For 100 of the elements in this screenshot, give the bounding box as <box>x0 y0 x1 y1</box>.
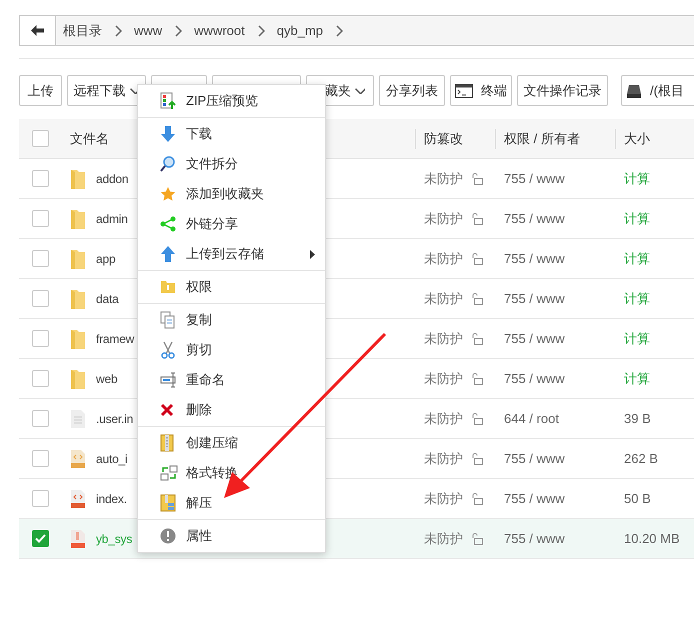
disk-icon <box>626 84 642 98</box>
permission-owner[interactable]: 755 / www <box>496 488 616 508</box>
column-header: 大小 <box>623 130 650 148</box>
unlock-icon <box>471 492 483 504</box>
protection-status: 未防护 <box>424 410 463 428</box>
caret-down-icon <box>130 88 140 94</box>
permission-owner[interactable]: 755 / www <box>496 528 616 548</box>
zip-icon <box>160 434 174 452</box>
close-icon <box>160 403 174 417</box>
protection-status: 未防护 <box>424 450 463 468</box>
caret-down-icon <box>355 88 365 94</box>
protection-status: 未防护 <box>424 330 463 348</box>
folder-icon <box>70 328 86 350</box>
column-header: 权限 / 所有者 <box>503 130 581 148</box>
rename-icon <box>160 372 178 388</box>
checkbox[interactable] <box>32 530 49 547</box>
chevron-right-icon <box>256 24 265 36</box>
star-icon <box>160 186 176 202</box>
menu-item[interactable]: 权限 <box>138 272 325 302</box>
arrow-left-icon <box>31 25 44 36</box>
unlock-icon <box>471 292 483 304</box>
toolbar-button[interactable]: 上传 <box>19 75 62 106</box>
column-header: 文件名 <box>70 130 109 148</box>
chevron-right-icon <box>174 24 182 36</box>
checkbox[interactable] <box>32 130 49 147</box>
unlock-icon <box>471 252 483 264</box>
document-icon <box>70 408 86 428</box>
breadcrumb-link[interactable]: wwwroot <box>194 20 245 40</box>
unlock-icon <box>471 332 483 344</box>
unlock-icon <box>471 372 483 384</box>
checkbox[interactable] <box>32 330 49 347</box>
unlock-icon <box>471 212 483 224</box>
back-button[interactable] <box>20 16 56 45</box>
unlock-icon <box>471 412 483 424</box>
zip-preview-icon <box>160 92 176 110</box>
protection-status: 未防护 <box>424 290 463 308</box>
file-size: 50 B <box>623 490 651 508</box>
permission-owner[interactable]: 755 / www <box>496 368 616 388</box>
protection-status: 未防护 <box>424 250 463 268</box>
copy-icon <box>160 311 176 329</box>
download-icon <box>160 125 176 143</box>
folder-icon <box>70 208 86 230</box>
permission-owner[interactable]: 755 / www <box>496 288 616 308</box>
disk-button[interactable]: /(根目 <box>621 75 694 106</box>
checkbox[interactable] <box>32 450 49 467</box>
checkbox[interactable] <box>32 210 49 227</box>
folder-icon <box>70 368 86 390</box>
menu-item[interactable]: 解压 <box>138 488 325 518</box>
json-file-icon <box>70 448 86 468</box>
menu-item[interactable]: 上传到云存储 <box>138 239 325 269</box>
terminal-icon <box>455 84 473 98</box>
checkbox[interactable] <box>32 490 49 507</box>
permission-owner[interactable]: 755 / www <box>496 448 616 468</box>
permission-owner[interactable]: 755 / www <box>496 168 616 188</box>
column-header: 防篡改 <box>423 130 464 148</box>
html-file-icon <box>70 488 86 508</box>
checkbox[interactable] <box>32 410 49 427</box>
protection-status: 未防护 <box>424 370 463 388</box>
key-folder-icon <box>160 280 176 294</box>
scissors-icon <box>160 341 176 359</box>
chevron-right-icon <box>335 24 343 36</box>
permission-owner[interactable]: 755 / www <box>496 328 616 348</box>
toolbar-button[interactable]: 文件操作记录 <box>517 75 608 106</box>
unlock-icon <box>471 532 483 544</box>
unzip-icon <box>160 494 176 512</box>
checkbox[interactable] <box>32 290 49 307</box>
breadcrumb-link[interactable]: www <box>134 20 162 40</box>
checkbox[interactable] <box>32 170 49 187</box>
file-size: 10.20 MB <box>623 530 680 548</box>
folder-icon <box>70 248 86 270</box>
unlock-icon <box>471 172 483 184</box>
menu-item[interactable]: 删除 <box>138 395 325 425</box>
breadcrumb-link[interactable]: qyb_mp <box>276 20 323 40</box>
unlock-icon <box>471 452 483 464</box>
menu-item[interactable]: 下载 <box>138 119 325 149</box>
protection-status: 未防护 <box>424 490 463 508</box>
terminal-button[interactable]: 终端 <box>450 75 512 106</box>
chevron-right-icon <box>114 24 122 36</box>
menu-item[interactable]: 属性 <box>138 521 325 551</box>
protection-status: 未防护 <box>424 530 463 548</box>
protection-status: 未防护 <box>424 210 463 228</box>
zip-file-icon <box>70 528 86 548</box>
upload-icon <box>160 245 176 263</box>
permission-owner[interactable]: 755 / www <box>496 208 616 228</box>
convert-icon <box>160 465 178 481</box>
check-icon <box>35 534 46 543</box>
folder-icon <box>70 288 86 310</box>
toolbar-button[interactable]: 分享列表 <box>379 75 445 106</box>
breadcrumb-link[interactable]: 根目录 <box>63 20 102 40</box>
share-icon <box>160 216 176 232</box>
file-size: 39 B <box>623 410 651 428</box>
menu-item[interactable]: 外链分享 <box>138 209 325 239</box>
checkbox[interactable] <box>32 370 49 387</box>
protection-status: 未防护 <box>424 170 463 188</box>
dropdown-button[interactable]: 远程下载 <box>67 75 146 106</box>
checkbox[interactable] <box>32 250 49 267</box>
file-size: 262 B <box>623 450 658 468</box>
menu-item[interactable]: 重命名 <box>138 365 325 395</box>
permission-owner[interactable]: 644 / root <box>496 408 616 428</box>
permission-owner[interactable]: 755 / www <box>496 248 616 268</box>
